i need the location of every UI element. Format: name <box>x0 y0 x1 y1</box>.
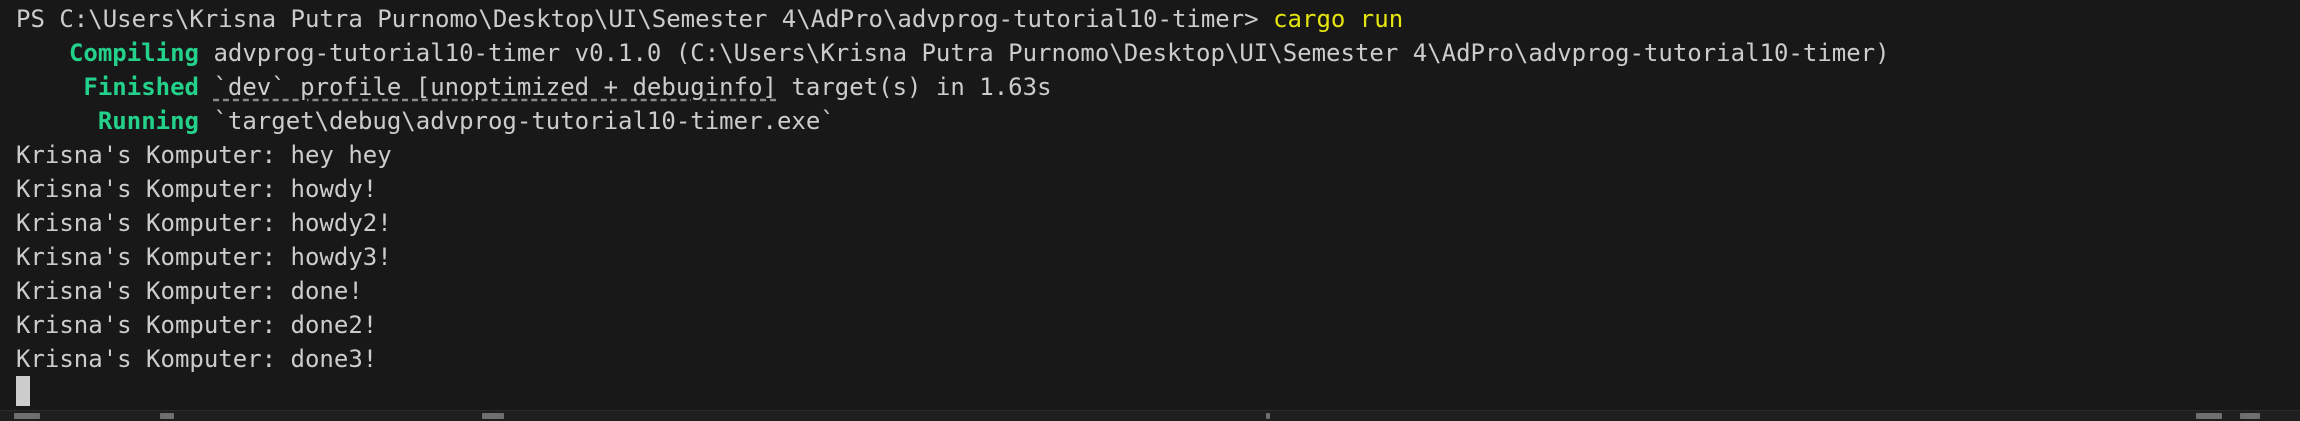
output-line: Krisna's Komputer: done3! <box>16 345 378 373</box>
finished-label: Finished <box>83 73 199 101</box>
compiling-text: advprog-tutorial10-timer v0.1.0 (C:\User… <box>199 39 1890 67</box>
finished-line: Finished `dev` profile [unoptimized + de… <box>0 70 2300 104</box>
compiling-label: Compiling <box>68 39 199 67</box>
output-line: Krisna's Komputer: howdy! <box>16 175 378 203</box>
status-bar-divider <box>1266 413 1270 419</box>
running-line: Running `target\debug\advprog-tutorial10… <box>0 104 2300 138</box>
terminal-panel[interactable]: PS C:\Users\Krisna Putra Purnomo\Desktop… <box>0 0 2300 408</box>
prompt-line: PS C:\Users\Krisna Putra Purnomo\Desktop… <box>0 2 2300 36</box>
running-label: Running <box>97 107 199 135</box>
status-bar-item[interactable] <box>2196 413 2222 419</box>
prompt-path: PS C:\Users\Krisna Putra Purnomo\Desktop… <box>16 5 1274 33</box>
finished-post: target(s) in 1.63s <box>776 73 1052 101</box>
status-bar-item[interactable] <box>482 413 504 419</box>
compiling-line: Compiling advprog-tutorial10-timer v0.1.… <box>0 36 2300 70</box>
status-bar <box>0 410 2300 421</box>
command-text: cargo run <box>1273 5 1404 33</box>
status-bar-item[interactable] <box>14 413 40 419</box>
output-line: Krisna's Komputer: done2! <box>16 311 378 339</box>
terminal-cursor <box>16 376 30 406</box>
finished-profile: `dev` profile [unoptimized + debuginfo] <box>213 73 777 101</box>
running-text: `target\debug\advprog-tutorial10-timer.e… <box>199 107 835 135</box>
output-line: Krisna's Komputer: hey hey <box>16 141 392 169</box>
output-line: Krisna's Komputer: howdy3! <box>16 243 392 271</box>
finished-pre <box>199 73 213 101</box>
output-line: Krisna's Komputer: howdy2! <box>16 209 392 237</box>
status-bar-item[interactable] <box>160 413 174 419</box>
output-line: Krisna's Komputer: done! <box>16 277 363 305</box>
status-bar-item[interactable] <box>2240 413 2260 419</box>
